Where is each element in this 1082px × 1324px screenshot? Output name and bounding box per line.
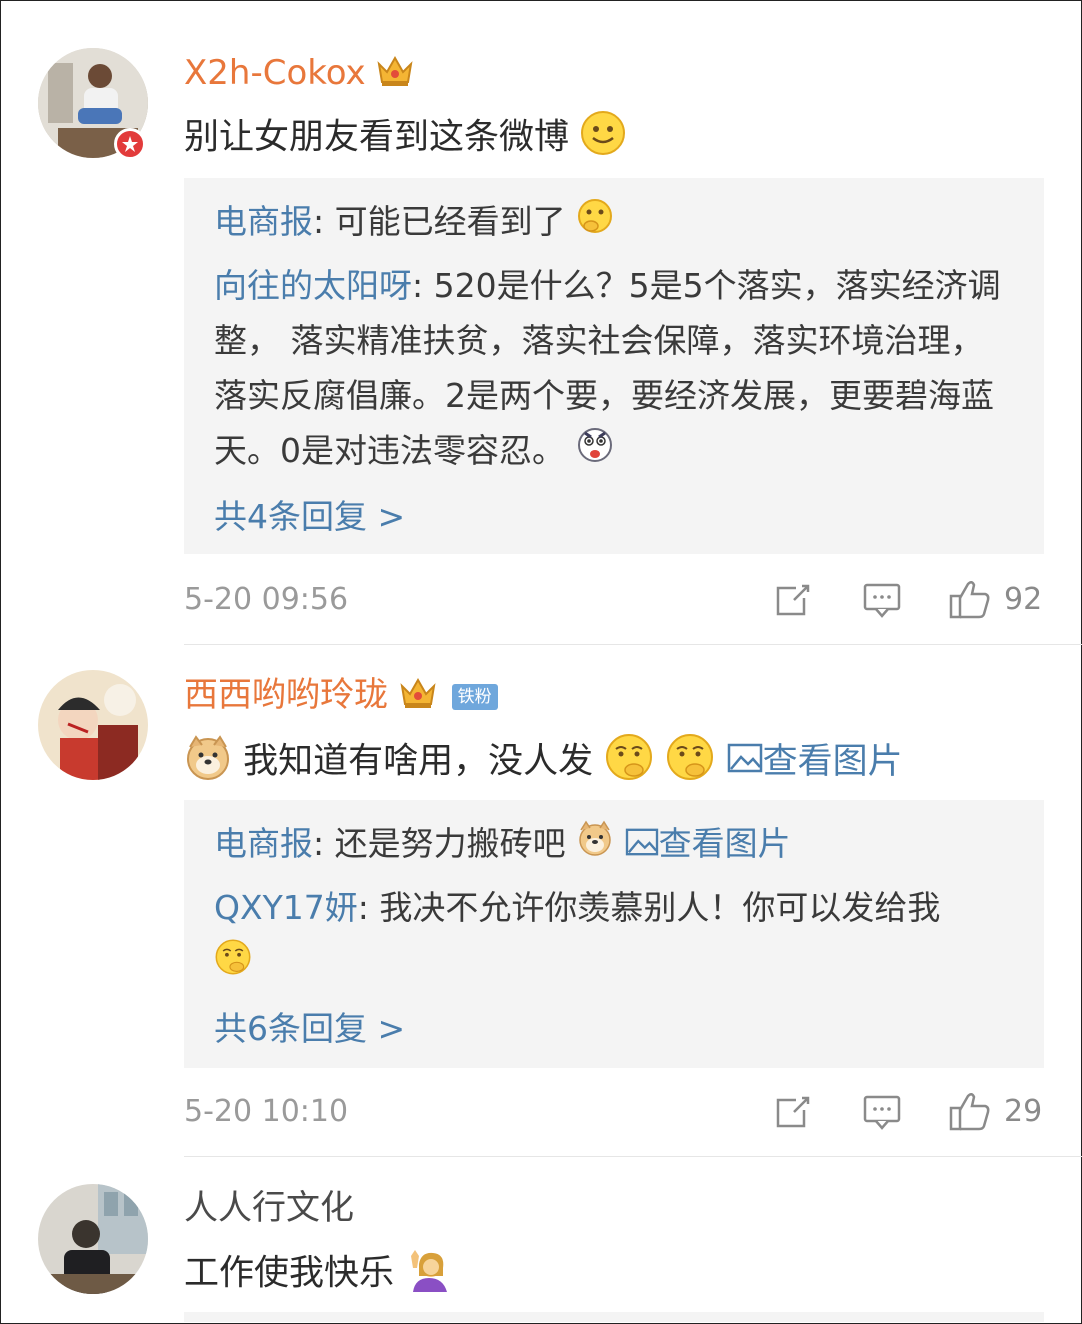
thumbs-up-icon	[949, 1093, 990, 1131]
reply-item[interactable]: 电商报: 可能已经看到了	[214, 194, 1014, 251]
comment-icon	[863, 1095, 901, 1130]
username[interactable]: 人人行文化	[184, 1188, 354, 1228]
hmm-emoji-icon	[214, 937, 252, 992]
username[interactable]: X2h-Cokox	[184, 52, 414, 97]
timestamp: 5-20 09:56	[184, 582, 349, 617]
comment-body: 我知道有啥用，没人发	[243, 741, 594, 782]
divider	[184, 1156, 1082, 1157]
more-replies-link[interactable]: 共6条回复 >	[214, 1002, 405, 1050]
reply-text: 还是努力搬砖吧	[334, 824, 566, 863]
like-button[interactable]	[948, 578, 992, 624]
reply-colon: :	[313, 824, 335, 863]
share-icon	[776, 584, 810, 616]
crown-icon	[376, 52, 414, 97]
smile-emoji-icon	[580, 110, 626, 167]
username-text[interactable]: X2h-Cokox	[184, 53, 366, 93]
avatar[interactable]	[38, 1184, 148, 1294]
reply-item[interactable]: 向往的太阳呀: 520是什么？5是5个落实，落实经济调整， 落实精准扶贫，落实社…	[214, 258, 1014, 480]
reply-username[interactable]: 电商报	[214, 202, 313, 241]
comment-icon	[863, 583, 901, 618]
reply-username[interactable]: QXY17妍	[214, 888, 358, 927]
doge-emoji-icon	[576, 425, 614, 480]
hmm-emoji-icon	[665, 732, 715, 793]
divider	[184, 644, 1082, 645]
reply-text: 我决不允许你羡慕别人！你可以发给我	[379, 888, 941, 927]
avatar[interactable]	[38, 670, 148, 780]
reply-box: 电商报: 还是努力搬砖吧 查看图片 QXY17妍: 我决不允许你羡慕别人！你可以…	[184, 800, 1044, 1068]
like-count: 29	[1004, 1094, 1043, 1129]
share-button[interactable]	[774, 582, 812, 622]
avatar-photo	[38, 1184, 148, 1294]
person-raising-hand-emoji-icon	[405, 1246, 451, 1303]
verified-badge	[114, 128, 146, 160]
reply-box: 电商报: 可能已经看到了 向往的太阳呀: 520是什么？5是5个落实，落实经济调…	[184, 178, 1044, 554]
comment-body: 工作使我快乐	[184, 1253, 395, 1294]
reply-item[interactable]: 电商报: 还是努力搬砖吧 查看图片	[214, 816, 1014, 873]
like-count: 92	[1004, 582, 1043, 617]
view-image-link[interactable]: 查看图片	[727, 742, 903, 782]
image-icon	[625, 818, 659, 873]
comment-button[interactable]	[862, 1094, 902, 1136]
comment-body: 别让女朋友看到这条微博	[184, 117, 570, 158]
view-image-text[interactable]: 查看图片	[763, 742, 903, 782]
comment-button[interactable]	[862, 582, 902, 624]
reply-colon: :	[357, 888, 380, 927]
share-icon	[776, 1096, 810, 1128]
username[interactable]: 西西哟哟玲珑 铁粉	[184, 674, 498, 719]
comment-text: 我知道有啥用，没人发 查看图片	[184, 732, 903, 793]
image-icon	[727, 741, 763, 785]
reply-item[interactable]: QXY17妍: 我决不允许你羡慕别人！你可以发给我	[214, 880, 1014, 992]
thinking-emoji-icon	[576, 196, 614, 251]
doge-emoji-icon	[184, 733, 232, 792]
crown-icon	[399, 674, 437, 719]
doge-emoji-icon	[576, 818, 614, 873]
avatar-photo	[38, 670, 148, 780]
timestamp: 5-20 10:10	[184, 1094, 349, 1129]
reply-box-partial	[184, 1312, 1044, 1322]
reply-username[interactable]: 向往的太阳呀	[214, 266, 412, 305]
comment-text: 别让女朋友看到这条微博	[184, 110, 626, 167]
reply-text: 可能已经看到了	[334, 202, 566, 241]
reply-colon: :	[412, 266, 434, 305]
view-image-link[interactable]: 查看图片	[625, 824, 791, 863]
username-text[interactable]: 西西哟哟玲珑	[184, 675, 388, 715]
view-image-text[interactable]: 查看图片	[659, 824, 791, 863]
thumbs-up-icon	[949, 581, 990, 619]
comment-text: 工作使我快乐	[184, 1246, 451, 1303]
more-replies-link[interactable]: 共4条回复 >	[214, 490, 405, 538]
hmm-emoji-icon	[604, 732, 654, 793]
fan-badge: 铁粉	[451, 683, 498, 710]
share-button[interactable]	[774, 1094, 812, 1134]
reply-colon: :	[313, 202, 335, 241]
like-button[interactable]	[948, 1090, 992, 1136]
reply-username[interactable]: 电商报	[214, 824, 313, 863]
